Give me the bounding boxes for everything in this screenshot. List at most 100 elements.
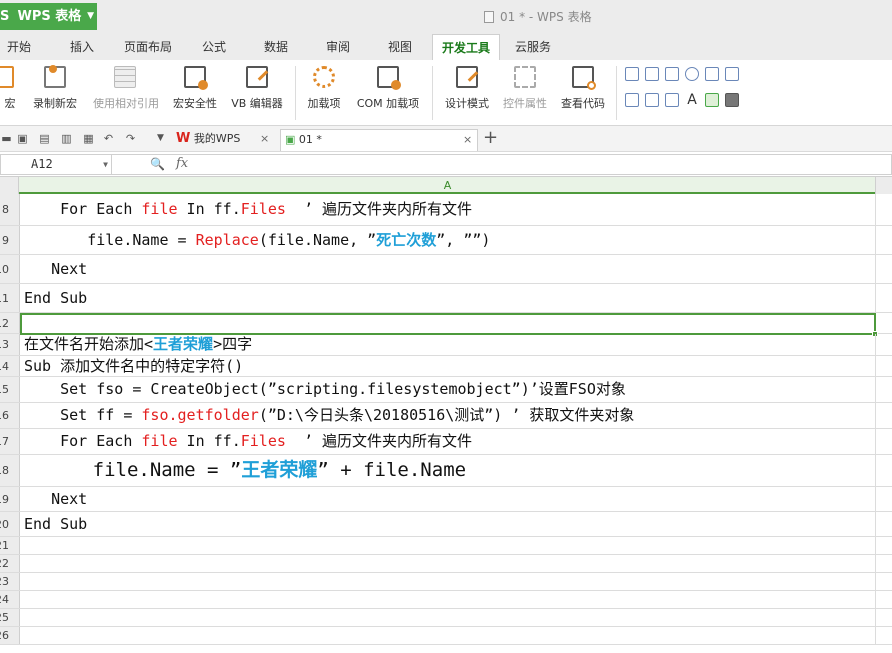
frame-control-icon[interactable]	[665, 67, 679, 81]
row-header[interactable]: 26	[0, 627, 20, 644]
tab-data[interactable]: 数据	[254, 34, 298, 60]
table-row[interactable]: 9 file.Name = Replace (file.Name, ” 死亡次数”,…	[0, 226, 892, 255]
close-icon[interactable]: ×	[260, 129, 269, 149]
checkbox-control-icon[interactable]	[625, 67, 639, 81]
print-icon[interactable]: ▥	[60, 132, 73, 145]
table-row[interactable]: 11 End Sub	[0, 284, 892, 313]
table-row[interactable]: 17 For Each file In ff.Files ’ 遍历文件夹内所有文…	[0, 429, 892, 455]
cell-a15[interactable]: Set fso = CreateObject(”scripting.filesy…	[24, 377, 626, 402]
tab-document-01[interactable]: ▣ 01 * ×	[280, 129, 478, 151]
table-row[interactable]: 26	[0, 627, 892, 645]
tab-formulas[interactable]: 公式	[192, 34, 236, 60]
table-row[interactable]: 19 Next	[0, 487, 892, 512]
cell-a16[interactable]: Set ff = fso. getfolder (”D:\今日头条\20180516…	[24, 403, 634, 428]
selected-cell-a12[interactable]	[20, 313, 878, 337]
row-header[interactable]: 24	[0, 591, 20, 608]
more-controls-icon[interactable]	[725, 93, 739, 107]
tab-home[interactable]: 开始	[0, 34, 38, 60]
column-header-a[interactable]: A	[20, 177, 875, 194]
table-row[interactable]: 13 在文件名开始添加<王者荣耀>四字	[0, 334, 892, 356]
combobox-control-icon[interactable]	[725, 67, 739, 81]
chevron-down-icon[interactable]: ▼	[103, 155, 108, 174]
control-properties-button[interactable]: 控件属性	[498, 60, 552, 124]
table-row[interactable]: 25	[0, 609, 892, 627]
tab-developer[interactable]: 开发工具	[432, 34, 500, 61]
app-menu-button[interactable]: S WPS 表格 ▼	[0, 3, 97, 30]
print-preview-icon[interactable]: ▦	[82, 132, 95, 145]
toggle-control-icon[interactable]	[625, 93, 639, 107]
macro-security-button[interactable]: 宏安全性	[170, 60, 220, 124]
cell-a10[interactable]: Next	[24, 255, 87, 283]
table-row[interactable]: 18 file.Name = ”王者荣耀” + file.Name	[0, 455, 892, 487]
row-header[interactable]: 25	[0, 609, 20, 626]
row-header[interactable]: 16	[0, 403, 20, 428]
row-header[interactable]: 15	[0, 377, 20, 402]
open-folder-icon[interactable]: ▬	[0, 132, 13, 145]
cell-a11[interactable]: End Sub	[24, 284, 87, 312]
record-macro-button[interactable]: 录制新宏	[28, 60, 82, 124]
cell-a14[interactable]: Sub 添加文件名中的特定字符()	[24, 356, 243, 376]
column-header-b[interactable]	[875, 177, 892, 194]
listbox-control-icon[interactable]	[705, 67, 719, 81]
view-code-button[interactable]: 查看代码	[556, 60, 610, 124]
spreadsheet-grid[interactable]: 8 For Each file In ff. Files ’ 遍历文件夹内所有文件…	[0, 194, 892, 653]
customize-dropdown-icon[interactable]: ▼	[154, 132, 167, 145]
row-header[interactable]: 10	[0, 255, 20, 283]
tab-page-layout[interactable]: 页面布局	[118, 34, 178, 60]
addins-button[interactable]: 加载项	[302, 60, 346, 124]
row-header[interactable]: 19	[0, 487, 20, 511]
fx-icon[interactable]: fx	[176, 156, 188, 171]
undo-icon[interactable]: ↶	[102, 132, 115, 145]
cell-a8[interactable]: For Each file In ff. Files ’ 遍历文件夹内所有文件	[24, 194, 472, 225]
table-row[interactable]: 16 Set ff = fso.getfolder(”D:\今日头条\20180…	[0, 403, 892, 429]
table-row[interactable]: 24	[0, 591, 892, 609]
image-control-icon[interactable]	[705, 93, 719, 107]
row-header[interactable]: 9	[0, 226, 20, 254]
row-header[interactable]: 23	[0, 573, 20, 590]
row-header[interactable]: 17	[0, 429, 20, 454]
spin-control-icon[interactable]	[645, 93, 659, 107]
macro-button[interactable]: 宏	[0, 60, 20, 124]
cell-a17[interactable]: For Each file In ff. Files ’ 遍历文件夹内所有文件	[24, 429, 472, 454]
table-row[interactable]: 21	[0, 537, 892, 555]
formula-input[interactable]: 🔍 fx	[112, 154, 892, 175]
design-mode-button[interactable]: 设计模式	[440, 60, 494, 124]
table-row[interactable]: 23	[0, 573, 892, 591]
row-header[interactable]: 13	[0, 334, 20, 355]
table-row[interactable]: 20 End Sub	[0, 512, 892, 537]
cell-a20[interactable]: End Sub	[24, 512, 87, 536]
cell-a19[interactable]: Next	[24, 487, 87, 511]
relative-reference-button[interactable]: 使用相对引用	[88, 60, 164, 124]
close-icon[interactable]: ×	[463, 130, 472, 150]
cell-a13[interactable]: 在文件名开始添加< 王者荣耀 >四字	[24, 334, 252, 355]
com-addins-button[interactable]: COM 加载项	[350, 60, 426, 124]
save-icon[interactable]: ▣	[16, 132, 29, 145]
tab-insert[interactable]: 插入	[60, 34, 104, 60]
row-header[interactable]: 12	[0, 313, 20, 333]
new-tab-icon[interactable]: +	[483, 127, 498, 148]
scrollbar-control-icon[interactable]	[665, 93, 679, 107]
row-header[interactable]: 20	[0, 512, 20, 536]
name-box[interactable]: A12 ▼	[0, 154, 112, 175]
row-header[interactable]: 22	[0, 555, 20, 572]
label-control-icon[interactable]: A	[685, 93, 699, 107]
row-header[interactable]: 8	[0, 194, 20, 225]
zoom-search-icon[interactable]: 🔍	[150, 157, 165, 171]
table-row[interactable]: 10 Next	[0, 255, 892, 284]
vb-editor-button[interactable]: VB 编辑器	[226, 60, 288, 124]
tab-my-wps[interactable]: W 我的WPS ×	[176, 129, 276, 151]
table-row[interactable]: 14 Sub 添加文件名中的特定字符()	[0, 356, 892, 377]
textbox-control-icon[interactable]	[645, 67, 659, 81]
table-row[interactable]: 8 For Each file In ff. Files ’ 遍历文件夹内所有文件	[0, 194, 892, 226]
row-header[interactable]: 21	[0, 537, 20, 554]
cell-a18[interactable]: file.Name = ” 王者荣耀” + file.Name	[24, 455, 466, 486]
row-header[interactable]: 18	[0, 455, 20, 486]
redo-icon[interactable]: ↷	[124, 132, 137, 145]
table-row[interactable]: 22	[0, 555, 892, 573]
cell-a9[interactable]: file.Name = Replace (file.Name, ” 死亡次数”, ”…	[24, 226, 490, 254]
tab-cloud[interactable]: 云服务	[508, 34, 558, 60]
tab-view[interactable]: 视图	[378, 34, 422, 60]
export-pdf-icon[interactable]: ▤	[38, 132, 51, 145]
select-all-corner[interactable]	[0, 177, 19, 194]
tab-review[interactable]: 审阅	[316, 34, 360, 60]
